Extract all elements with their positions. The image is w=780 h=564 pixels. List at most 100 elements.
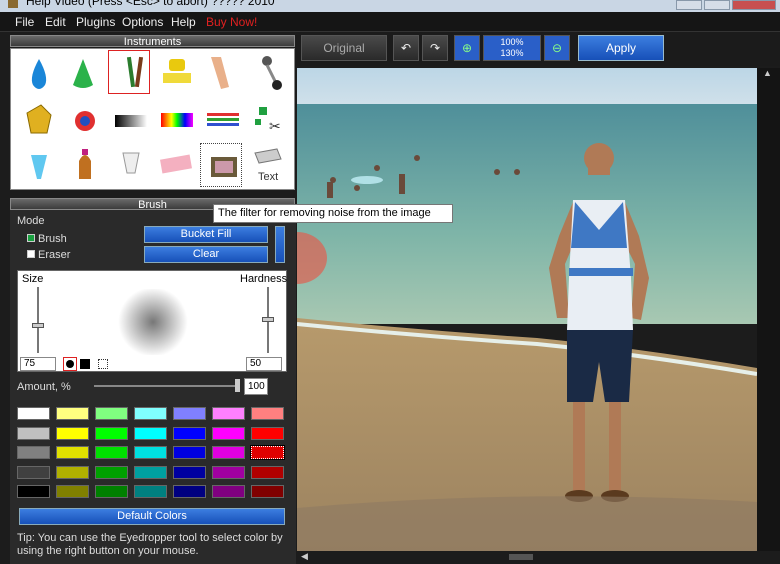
maximize-button[interactable] (704, 0, 730, 10)
noise-filter-tool[interactable] (200, 143, 242, 187)
eraser-option-label: Eraser (38, 249, 71, 261)
scroll-up-icon[interactable]: ▲ (763, 68, 772, 78)
redo-button[interactable]: ↷ (422, 35, 448, 61)
sharpen-cone-tool[interactable] (61, 51, 103, 95)
color-swatch[interactable] (95, 466, 128, 479)
color-swatch[interactable] (212, 466, 245, 479)
color-swatch[interactable] (95, 485, 128, 498)
vertical-scrollbar[interactable]: ▲ (757, 68, 780, 551)
text-tool[interactable]: Text (248, 145, 290, 189)
bottle-tool[interactable] (61, 145, 103, 189)
window-title: Help Video (Press <Esc> to abort) ????? … (26, 0, 275, 8)
close-button[interactable] (732, 0, 776, 10)
color-swatch[interactable] (56, 485, 89, 498)
shield-tool[interactable] (15, 99, 57, 143)
hardness-slider-thumb[interactable] (262, 317, 274, 322)
pin-tool[interactable] (248, 51, 290, 95)
square-brush-shape[interactable] (80, 359, 90, 369)
color-swatch[interactable] (134, 407, 167, 420)
bucket-fill-button[interactable]: Bucket Fill (144, 226, 268, 243)
menu-help[interactable]: Help (171, 15, 196, 29)
custom-brush-shape[interactable] (98, 359, 108, 369)
menu-edit[interactable]: Edit (45, 15, 66, 29)
color-swatch[interactable] (212, 485, 245, 498)
color-swatch[interactable] (134, 485, 167, 498)
color-swatch[interactable] (212, 407, 245, 420)
rainbow-gradient-tool[interactable] (156, 99, 198, 143)
horizontal-scrollbar[interactable]: ◀ (297, 551, 757, 564)
size-slider-thumb[interactable] (32, 323, 44, 328)
color-swatch[interactable] (56, 427, 89, 440)
cut-tool[interactable] (248, 99, 290, 143)
zoom-level-2: 130% (500, 48, 524, 58)
zoom-in-icon: ⊕ (461, 41, 473, 55)
mode-label: Mode (17, 215, 45, 227)
pencil-brush-tool[interactable] (108, 50, 150, 94)
undo-button[interactable]: ↶ (393, 35, 419, 61)
beach-photo (297, 68, 757, 551)
color-swatch[interactable] (212, 446, 245, 459)
color-swatch[interactable] (17, 427, 50, 440)
color-swatch[interactable] (212, 427, 245, 440)
color-swatch[interactable] (56, 446, 89, 459)
amount-spinner[interactable]: 100 (244, 378, 268, 395)
minimize-button[interactable] (676, 0, 702, 10)
finger-smudge-tool[interactable] (202, 51, 244, 95)
menu-options[interactable]: Options (122, 15, 163, 29)
original-button[interactable]: Original (301, 35, 387, 61)
gradient-tool[interactable] (108, 99, 150, 143)
scroll-thumb[interactable] (509, 554, 533, 560)
hardness-spinner[interactable]: 50 (246, 357, 282, 371)
color-swatch[interactable] (17, 466, 50, 479)
app-icon (8, 0, 18, 8)
menu-bar: File Edit Plugins Options Help Buy Now! (0, 12, 780, 32)
menu-plugins[interactable]: Plugins (76, 15, 115, 29)
red-eye-tool[interactable] (61, 99, 103, 143)
color-swatch[interactable] (173, 427, 206, 440)
color-lines-tool[interactable] (202, 99, 244, 143)
color-swatch[interactable] (17, 407, 50, 420)
eraser-tool[interactable] (156, 145, 198, 189)
color-swatch[interactable] (173, 466, 206, 479)
size-slider[interactable] (37, 287, 39, 353)
color-swatch[interactable] (251, 485, 284, 498)
color-swatch[interactable] (250, 445, 285, 460)
color-swatch[interactable] (173, 485, 206, 498)
color-swatch[interactable] (95, 407, 128, 420)
color-swatch[interactable] (134, 446, 167, 459)
amount-slider[interactable] (94, 385, 239, 387)
amount-slider-thumb[interactable] (235, 379, 240, 392)
color-swatch[interactable] (251, 407, 284, 420)
color-swatch[interactable] (251, 466, 284, 479)
lamp-tool[interactable] (108, 145, 150, 189)
default-colors-button[interactable]: Default Colors (19, 508, 285, 525)
image-canvas[interactable] (297, 68, 757, 551)
clear-button[interactable]: Clear (144, 246, 268, 263)
eraser-radio[interactable] (27, 250, 35, 258)
menu-buy-now[interactable]: Buy Now! (206, 15, 257, 29)
color-swatch[interactable] (56, 407, 89, 420)
color-swatch[interactable] (95, 427, 128, 440)
color-swatch[interactable] (173, 407, 206, 420)
color-swatch[interactable] (134, 466, 167, 479)
blur-drop-tool[interactable] (15, 51, 57, 95)
size-spinner[interactable]: 75 (20, 357, 56, 371)
brush-options-toggle[interactable] (275, 226, 285, 263)
scroll-left-icon[interactable]: ◀ (301, 551, 308, 562)
color-swatch[interactable] (95, 446, 128, 459)
menu-file[interactable]: File (15, 15, 34, 29)
color-swatch[interactable] (17, 446, 50, 459)
color-swatch[interactable] (56, 466, 89, 479)
color-swatch[interactable] (251, 427, 284, 440)
color-swatch[interactable] (17, 485, 50, 498)
zoom-level-1: 100% (500, 37, 524, 47)
zoom-in-button[interactable]: ⊕ (454, 35, 480, 61)
dropper-tool[interactable] (15, 145, 57, 189)
color-swatch[interactable] (173, 446, 206, 459)
stamp-tool[interactable] (156, 51, 198, 95)
brush-radio[interactable] (27, 234, 35, 242)
round-brush-shape[interactable] (63, 357, 77, 371)
apply-button[interactable]: Apply (578, 35, 664, 61)
zoom-out-button[interactable]: ⊖ (544, 35, 570, 61)
color-swatch[interactable] (134, 427, 167, 440)
